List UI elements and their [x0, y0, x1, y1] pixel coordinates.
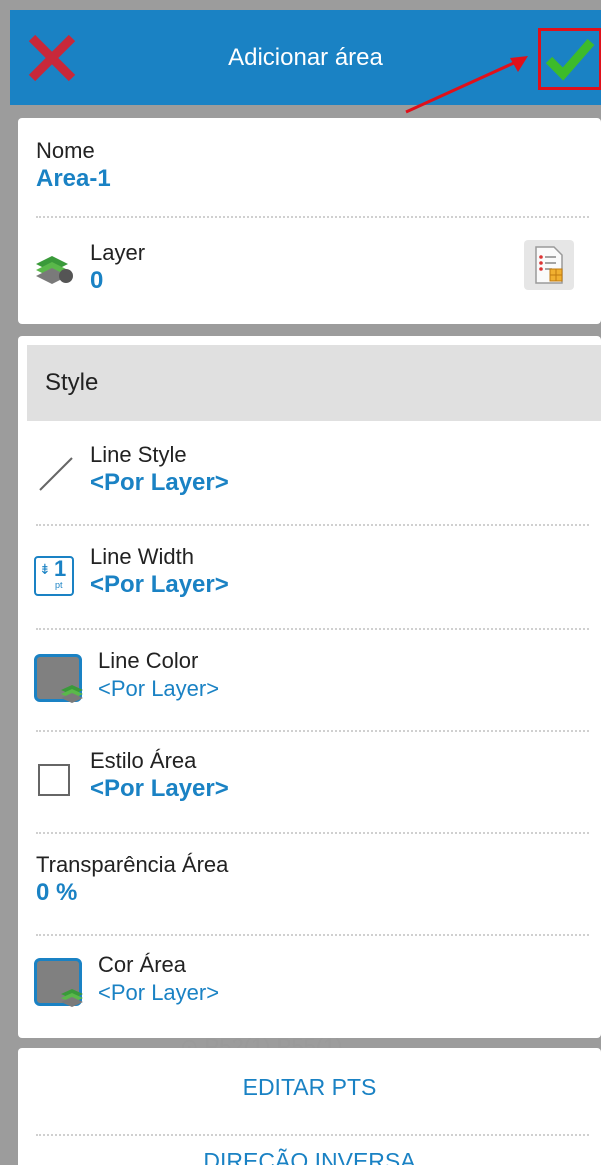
checkbox-icon [38, 764, 70, 796]
edit-points-button[interactable]: EDITAR PTS [18, 1074, 601, 1101]
style-panel: Style Line Style <Por Layer> ⇟ 1 pt Line… [18, 336, 601, 1038]
area-style-field[interactable]: Estilo Área <Por Layer> [90, 748, 601, 804]
divider [36, 216, 589, 218]
layers-icon [36, 256, 73, 284]
divider [36, 730, 589, 732]
divider [36, 832, 589, 834]
name-value: Area-1 [36, 165, 111, 192]
transparency-value: 0 % [36, 879, 78, 906]
line-width-label: Line Width [90, 544, 194, 569]
general-panel: Nome Area-1 Layer 0 [18, 118, 601, 324]
name-field[interactable]: Nome Area-1 [36, 138, 601, 194]
divider [36, 934, 589, 936]
divider [36, 628, 589, 630]
close-icon [28, 34, 76, 82]
line-color-field[interactable]: Line Color <Por Layer> [98, 648, 601, 704]
transparency-label: Transparência Área [36, 852, 229, 877]
area-color-label: Cor Área [98, 952, 187, 977]
line-color-value: <Por Layer> [98, 676, 220, 701]
close-button[interactable] [26, 32, 78, 84]
area-style-label: Estilo Área [90, 748, 197, 773]
color-swatch-icon [34, 958, 86, 1010]
line-style-icon [39, 457, 73, 491]
reverse-direction-button[interactable]: DIREÇÃO INVERSA [18, 1148, 601, 1165]
line-style-value: <Por Layer> [90, 469, 229, 496]
transparency-field[interactable]: Transparência Área 0 % [36, 852, 601, 908]
divider [36, 524, 589, 526]
app-header: Adicionar área [10, 10, 601, 105]
name-label: Nome [36, 138, 95, 163]
area-color-field[interactable]: Cor Área <Por Layer> [98, 952, 601, 1008]
actions-panel: EDITAR PTS DIREÇÃO INVERSA [18, 1048, 601, 1165]
screen: ⊙ P52(1) P55(1) Adicionar área Nome Area… [0, 0, 601, 1165]
check-icon [545, 39, 595, 81]
area-style-value: <Por Layer> [90, 775, 229, 802]
line-width-field[interactable]: Line Width <Por Layer> [90, 544, 601, 600]
line-width-icon: ⇟ 1 pt [34, 556, 74, 596]
area-color-value: <Por Layer> [98, 980, 220, 1005]
line-width-value: <Por Layer> [90, 571, 229, 598]
layer-picker-button[interactable] [524, 240, 574, 290]
confirm-button[interactable] [538, 28, 601, 90]
layer-list-icon [535, 246, 563, 284]
page-title: Adicionar área [228, 43, 383, 71]
divider [36, 1134, 589, 1136]
line-color-label: Line Color [98, 648, 199, 673]
line-style-label: Line Style [90, 442, 187, 467]
color-swatch-icon [34, 654, 86, 706]
line-style-field[interactable]: Line Style <Por Layer> [90, 442, 601, 498]
style-section-header: Style [27, 345, 601, 421]
